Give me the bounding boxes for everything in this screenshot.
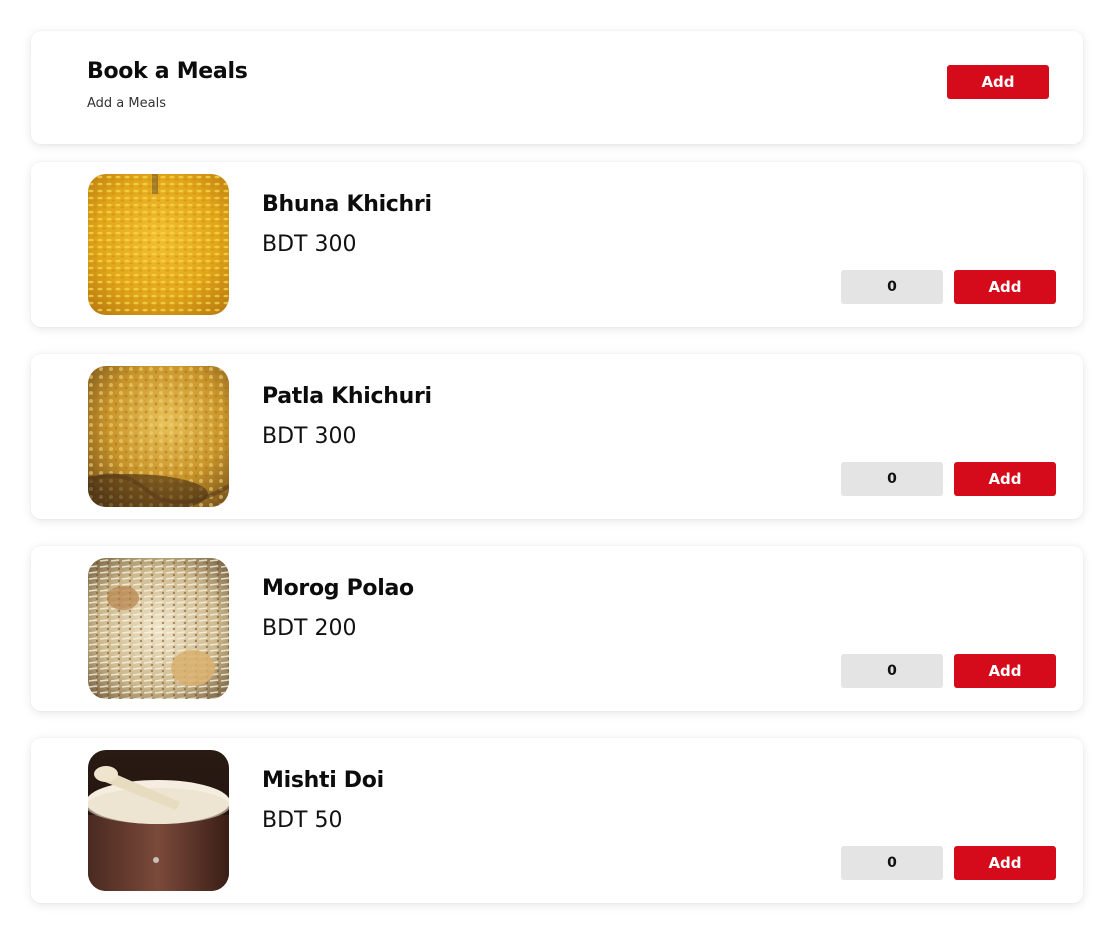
meal-card-patla-khichuri: Patla Khichuri BDT 300 Add xyxy=(31,354,1083,519)
meal-card-morog-polao: Morog Polao BDT 200 Add xyxy=(31,546,1083,711)
patla-khichuri-photo xyxy=(88,366,229,507)
meal-price: BDT 200 xyxy=(262,616,357,641)
bhuna-khichri-photo xyxy=(88,174,229,315)
meal-name: Bhuna Khichri xyxy=(262,192,432,217)
meal-name: Morog Polao xyxy=(262,576,414,601)
meal-price: BDT 50 xyxy=(262,808,343,833)
quantity-input[interactable] xyxy=(841,270,943,304)
add-meal-button[interactable]: Add xyxy=(954,462,1056,496)
quantity-input[interactable] xyxy=(841,654,943,688)
quantity-input[interactable] xyxy=(841,846,943,880)
page-title: Book a Meals xyxy=(87,59,248,84)
meal-name: Mishti Doi xyxy=(262,768,384,793)
meal-card-bhuna-khichri: Bhuna Khichri BDT 300 Add xyxy=(31,162,1083,327)
morog-polao-photo xyxy=(88,558,229,699)
add-meal-button[interactable]: Add xyxy=(954,270,1056,304)
header-add-button[interactable]: Add xyxy=(947,65,1049,99)
page-subtitle: Add a Meals xyxy=(87,96,166,111)
meal-card-mishti-doi: Mishti Doi BDT 50 Add xyxy=(31,738,1083,903)
book-meals-header-card: Book a Meals Add a Meals Add xyxy=(31,31,1083,144)
add-meal-button[interactable]: Add xyxy=(954,654,1056,688)
mishti-doi-photo xyxy=(88,750,229,891)
meal-price: BDT 300 xyxy=(262,232,357,257)
meal-name: Patla Khichuri xyxy=(262,384,432,409)
quantity-input[interactable] xyxy=(841,462,943,496)
meal-price: BDT 300 xyxy=(262,424,357,449)
add-meal-button[interactable]: Add xyxy=(954,846,1056,880)
